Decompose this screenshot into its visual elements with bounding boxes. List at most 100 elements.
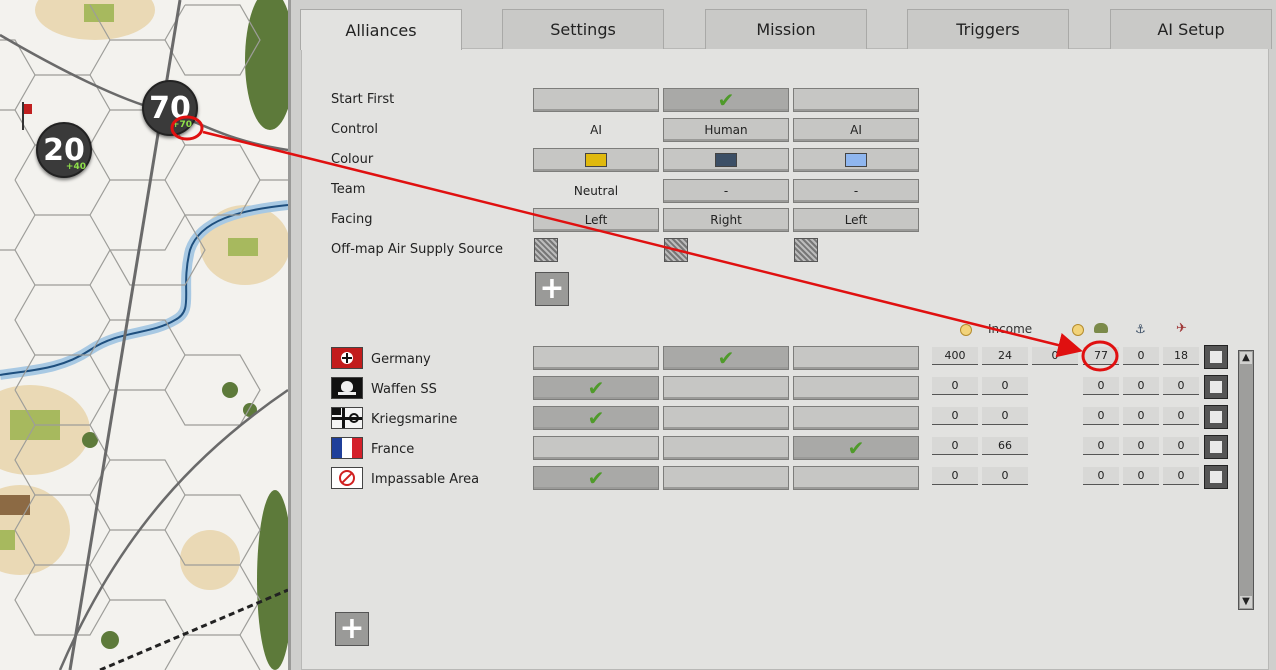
faction-slot-1[interactable]: ✔ bbox=[533, 466, 659, 490]
land-value[interactable]: 0 bbox=[1083, 377, 1119, 395]
faction-slot-3[interactable] bbox=[793, 346, 919, 370]
control-slot-3[interactable]: AI bbox=[793, 118, 919, 142]
control-slot-2[interactable]: Human bbox=[663, 118, 789, 142]
faction-options-button[interactable] bbox=[1204, 435, 1228, 459]
colour-swatch bbox=[585, 153, 607, 167]
faction-options-button[interactable] bbox=[1204, 375, 1228, 399]
income-value[interactable]: 0 bbox=[982, 377, 1028, 395]
france-flag-icon bbox=[331, 437, 363, 459]
start-first-slot-1[interactable] bbox=[533, 88, 659, 112]
check-icon: ✔ bbox=[717, 346, 735, 370]
tab-triggers[interactable]: Triggers bbox=[907, 9, 1069, 49]
facing-slot-2[interactable]: Right bbox=[663, 208, 789, 232]
faction-slot-2[interactable] bbox=[663, 466, 789, 490]
faction-name: Waffen SS bbox=[371, 382, 437, 397]
income-value[interactable]: 0 bbox=[1032, 347, 1078, 365]
team-slot-3[interactable]: - bbox=[793, 179, 919, 203]
scroll-down-icon[interactable]: ▼ bbox=[1240, 596, 1252, 608]
air-supply-button-2[interactable] bbox=[664, 238, 688, 262]
faction-slot-2[interactable] bbox=[663, 406, 789, 430]
land-value[interactable]: 0 bbox=[1083, 467, 1119, 485]
income-value[interactable]: 0 bbox=[932, 407, 978, 425]
scroll-up-icon[interactable]: ▲ bbox=[1240, 352, 1252, 364]
colour-slot-2[interactable] bbox=[663, 148, 789, 172]
add-faction-button[interactable]: + bbox=[335, 612, 369, 646]
naval-value[interactable]: 0 bbox=[1123, 347, 1159, 365]
air-value[interactable]: 18 bbox=[1163, 347, 1199, 365]
colour-slot-1[interactable] bbox=[533, 148, 659, 172]
unit-counter[interactable]: 20 +40 bbox=[36, 122, 92, 178]
land-value[interactable]: 77 bbox=[1083, 347, 1119, 365]
start-first-slot-2[interactable]: ✔ bbox=[663, 88, 789, 112]
air-value[interactable]: 0 bbox=[1163, 377, 1199, 395]
air-value[interactable]: 0 bbox=[1163, 437, 1199, 455]
flag-marker-icon bbox=[18, 102, 32, 130]
faction-name: France bbox=[371, 442, 415, 457]
faction-name: Kriegsmarine bbox=[371, 412, 458, 427]
faction-slot-1[interactable] bbox=[533, 436, 659, 460]
income-value[interactable]: 0 bbox=[932, 467, 978, 485]
tab-settings[interactable]: Settings bbox=[502, 9, 664, 49]
faction-slot-1[interactable]: ✔ bbox=[533, 376, 659, 400]
land-value[interactable]: 0 bbox=[1083, 437, 1119, 455]
colour-swatch bbox=[845, 153, 867, 167]
colour-label: Colour bbox=[331, 152, 374, 167]
faction-slot-3[interactable] bbox=[793, 466, 919, 490]
naval-value[interactable]: 0 bbox=[1123, 377, 1159, 395]
facing-slot-3[interactable]: Left bbox=[793, 208, 919, 232]
air-supply-button-1[interactable] bbox=[534, 238, 558, 262]
kriegsmarine-flag-icon bbox=[331, 407, 363, 429]
faction-options-button[interactable] bbox=[1204, 345, 1228, 369]
add-side-button[interactable]: + bbox=[535, 272, 569, 306]
land-value[interactable]: 0 bbox=[1083, 407, 1119, 425]
air-value[interactable]: 0 bbox=[1163, 407, 1199, 425]
income-value[interactable]: 24 bbox=[982, 347, 1028, 365]
faction-slot-1[interactable]: ✔ bbox=[533, 406, 659, 430]
check-icon: ✔ bbox=[717, 88, 735, 112]
check-icon: ✔ bbox=[587, 406, 605, 430]
facing-slot-1[interactable]: Left bbox=[533, 208, 659, 232]
game-map[interactable]: 70 +70 20 +40 bbox=[0, 0, 288, 670]
tab-alliances[interactable]: Alliances bbox=[300, 9, 462, 50]
tab-mission[interactable]: Mission bbox=[705, 9, 867, 49]
faction-slot-3[interactable] bbox=[793, 406, 919, 430]
naval-value[interactable]: 0 bbox=[1123, 437, 1159, 455]
tab-ai-setup[interactable]: AI Setup bbox=[1110, 9, 1272, 49]
unit-counter[interactable]: 70 +70 bbox=[142, 80, 198, 136]
naval-value[interactable]: 0 bbox=[1123, 467, 1159, 485]
facing-label: Facing bbox=[331, 212, 373, 227]
check-icon: ✔ bbox=[587, 466, 605, 490]
income-label: Income bbox=[988, 322, 1033, 336]
faction-slot-3[interactable]: ✔ bbox=[793, 436, 919, 460]
income-value[interactable]: 66 bbox=[982, 437, 1028, 455]
income-value[interactable]: 0 bbox=[932, 437, 978, 455]
faction-slot-3[interactable] bbox=[793, 376, 919, 400]
faction-options-button[interactable] bbox=[1204, 405, 1228, 429]
team-label: Team bbox=[331, 182, 366, 197]
land-unit-icon bbox=[1094, 323, 1108, 333]
faction-options-button[interactable] bbox=[1204, 465, 1228, 489]
check-icon: ✔ bbox=[847, 436, 865, 460]
air-supply-button-3[interactable] bbox=[794, 238, 818, 262]
unit-bonus: +70 bbox=[171, 120, 192, 130]
faction-slot-2[interactable] bbox=[663, 376, 789, 400]
control-slot-1[interactable]: AI bbox=[533, 118, 659, 142]
faction-slot-2[interactable]: ✔ bbox=[663, 346, 789, 370]
team-slot-1[interactable]: Neutral bbox=[533, 179, 659, 203]
colour-slot-3[interactable] bbox=[793, 148, 919, 172]
faction-slot-2[interactable] bbox=[663, 436, 789, 460]
income-value[interactable]: 0 bbox=[932, 377, 978, 395]
team-slot-2[interactable]: - bbox=[663, 179, 789, 203]
air-value[interactable]: 0 bbox=[1163, 467, 1199, 485]
start-first-slot-3[interactable] bbox=[793, 88, 919, 112]
income-value[interactable]: 0 bbox=[982, 467, 1028, 485]
income-value[interactable]: 0 bbox=[982, 407, 1028, 425]
faction-name: Germany bbox=[371, 352, 431, 367]
faction-scrollbar[interactable]: ▲ ▼ bbox=[1238, 350, 1254, 610]
naval-value[interactable]: 0 bbox=[1123, 407, 1159, 425]
faction-name: Impassable Area bbox=[371, 472, 480, 487]
income-value[interactable]: 400 bbox=[932, 347, 978, 365]
naval-unit-icon: ⚓ bbox=[1135, 322, 1146, 336]
air-unit-icon: ✈ bbox=[1176, 321, 1187, 336]
faction-slot-1[interactable] bbox=[533, 346, 659, 370]
